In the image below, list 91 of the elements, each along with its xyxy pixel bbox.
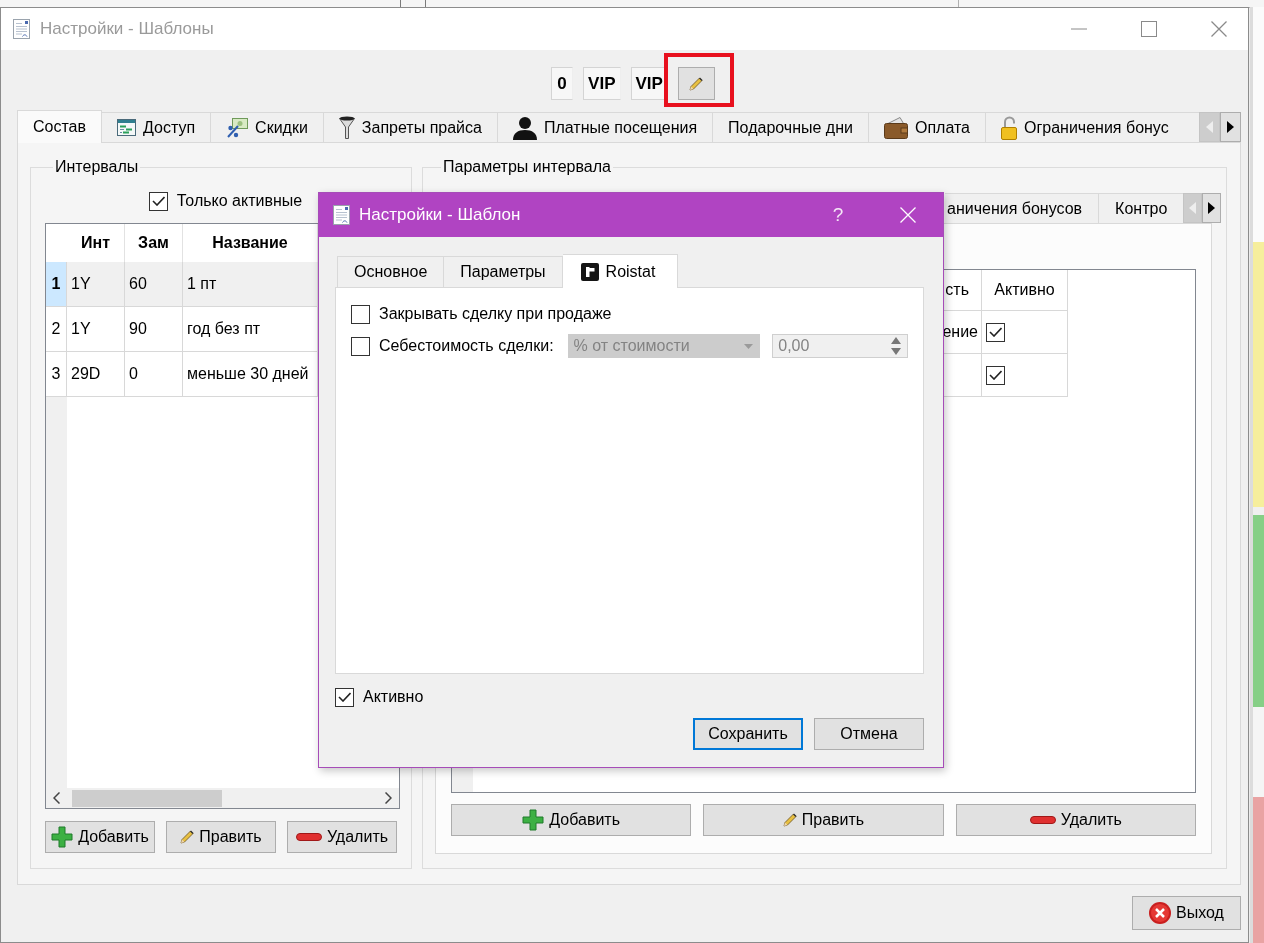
- pencil-icon: [782, 813, 797, 827]
- scroll-right-button[interactable]: [1220, 112, 1241, 142]
- tab[interactable]: аничения бонусов: [945, 193, 1100, 223]
- checkmark-icon: [338, 692, 351, 702]
- help-button[interactable]: ?: [809, 193, 867, 237]
- checkbox[interactable]: [148, 191, 168, 211]
- tab[interactable]: Состав: [17, 110, 102, 143]
- triangle-left-icon: [1189, 202, 1197, 214]
- checkbox-label[interactable]: Только активные: [176, 192, 303, 210]
- minus-icon: [1029, 816, 1056, 824]
- person-icon: [512, 115, 537, 140]
- logo-icon: [580, 262, 599, 281]
- table-cell: год без пт: [187, 320, 261, 338]
- close-icon: [1211, 21, 1227, 37]
- add-button[interactable]: Добавить: [45, 821, 155, 853]
- scrollbar-thumb[interactable]: [72, 789, 222, 807]
- tab[interactable]: Roistat: [562, 254, 679, 288]
- table-cell: меньше 30 дней: [187, 365, 309, 383]
- chevron-right-icon: [385, 792, 392, 804]
- maximize-icon: [1141, 21, 1157, 37]
- close-circle-icon: [1149, 902, 1172, 924]
- triangle-right-icon: [1227, 121, 1234, 133]
- percent-banknote-icon: [226, 117, 249, 138]
- table-cell: 60: [129, 275, 147, 293]
- table-cell: 1Y: [71, 320, 91, 338]
- checkbox-label[interactable]: Активно: [363, 688, 424, 706]
- document-icon: [333, 205, 350, 225]
- tab[interactable]: Платные посещения: [497, 112, 714, 142]
- spin-arrows-icon: [891, 337, 901, 355]
- checkbox[interactable]: [986, 322, 1005, 342]
- scroll-right-button[interactable]: [1202, 193, 1222, 223]
- checkbox-label[interactable]: Закрывать сделку при продаже: [379, 305, 612, 323]
- tab[interactable]: Основное: [337, 256, 445, 287]
- close-icon: [900, 207, 916, 223]
- minimize-icon: [1071, 28, 1087, 30]
- padlock-icon: [1001, 115, 1017, 140]
- checkbox-label[interactable]: Себестоимость сделки:: [379, 337, 554, 355]
- toolbar-label: 0: [551, 67, 574, 100]
- column-header: сть: [945, 281, 969, 299]
- checkmark-icon: [151, 196, 165, 206]
- table-cell: 1 пт: [187, 275, 217, 293]
- checkbox[interactable]: [986, 365, 1005, 385]
- tab[interactable]: Запреты прайса: [323, 112, 498, 142]
- add-button[interactable]: Добавить: [451, 804, 692, 836]
- table-cell: 90: [129, 320, 147, 338]
- tab[interactable]: Ограничения бонус: [986, 112, 1199, 142]
- document-icon: [13, 19, 30, 39]
- minus-icon: [295, 833, 322, 841]
- tab[interactable]: Доступ: [102, 112, 212, 142]
- checkmark-icon: [989, 327, 1002, 337]
- filter-icon: [338, 115, 355, 140]
- row-number[interactable]: 1: [46, 262, 67, 307]
- save-button[interactable]: Сохранить: [693, 718, 803, 750]
- caret-down-icon: [744, 343, 754, 349]
- window-title: Настройки - Шаблоны: [40, 19, 214, 39]
- edit-button[interactable]: [677, 67, 715, 100]
- exit-button[interactable]: Выход: [1132, 896, 1241, 930]
- gantt-chart-icon: [117, 119, 136, 136]
- tab[interactable]: Оплата: [868, 112, 986, 142]
- delete-button[interactable]: Удалить: [955, 804, 1196, 836]
- dialog-title: Настройки - Шаблон: [359, 205, 521, 225]
- edit-button[interactable]: Править: [703, 804, 944, 836]
- triangle-left-icon: [1206, 121, 1213, 133]
- table-cell: 1Y: [71, 275, 91, 293]
- chevron-left-icon: [53, 792, 60, 804]
- checkbox[interactable]: [351, 336, 370, 356]
- checkbox[interactable]: [351, 304, 370, 324]
- plus-icon: [51, 826, 74, 848]
- cancel-button[interactable]: Отмена: [814, 718, 924, 750]
- pencil-icon: [180, 830, 195, 844]
- tab[interactable]: Контро: [1099, 193, 1184, 223]
- group-title: Параметры интервала: [442, 158, 612, 176]
- table-cell: ение: [942, 323, 978, 341]
- scrollbar[interactable]: [46, 788, 399, 808]
- checkbox[interactable]: [335, 687, 354, 707]
- checkmark-icon: [989, 370, 1002, 380]
- tab[interactable]: Скидки: [211, 112, 324, 142]
- tab[interactable]: Подарочные дни: [713, 112, 869, 142]
- group-title: Интервалы: [54, 158, 140, 176]
- row-number[interactable]: 2: [46, 307, 67, 352]
- wallet-icon: [883, 116, 908, 139]
- plus-icon: [522, 809, 545, 831]
- tab[interactable]: Параметры: [444, 256, 563, 287]
- triangle-right-icon: [1208, 202, 1216, 214]
- edit-button[interactable]: Править: [166, 821, 276, 853]
- toolbar-label: VIP: [583, 67, 621, 100]
- table-cell: 0: [129, 365, 138, 383]
- table-cell: 29D: [71, 365, 101, 383]
- pencil-icon: [689, 76, 704, 91]
- column-header: Активно: [994, 281, 1055, 299]
- delete-button[interactable]: Удалить: [287, 821, 397, 853]
